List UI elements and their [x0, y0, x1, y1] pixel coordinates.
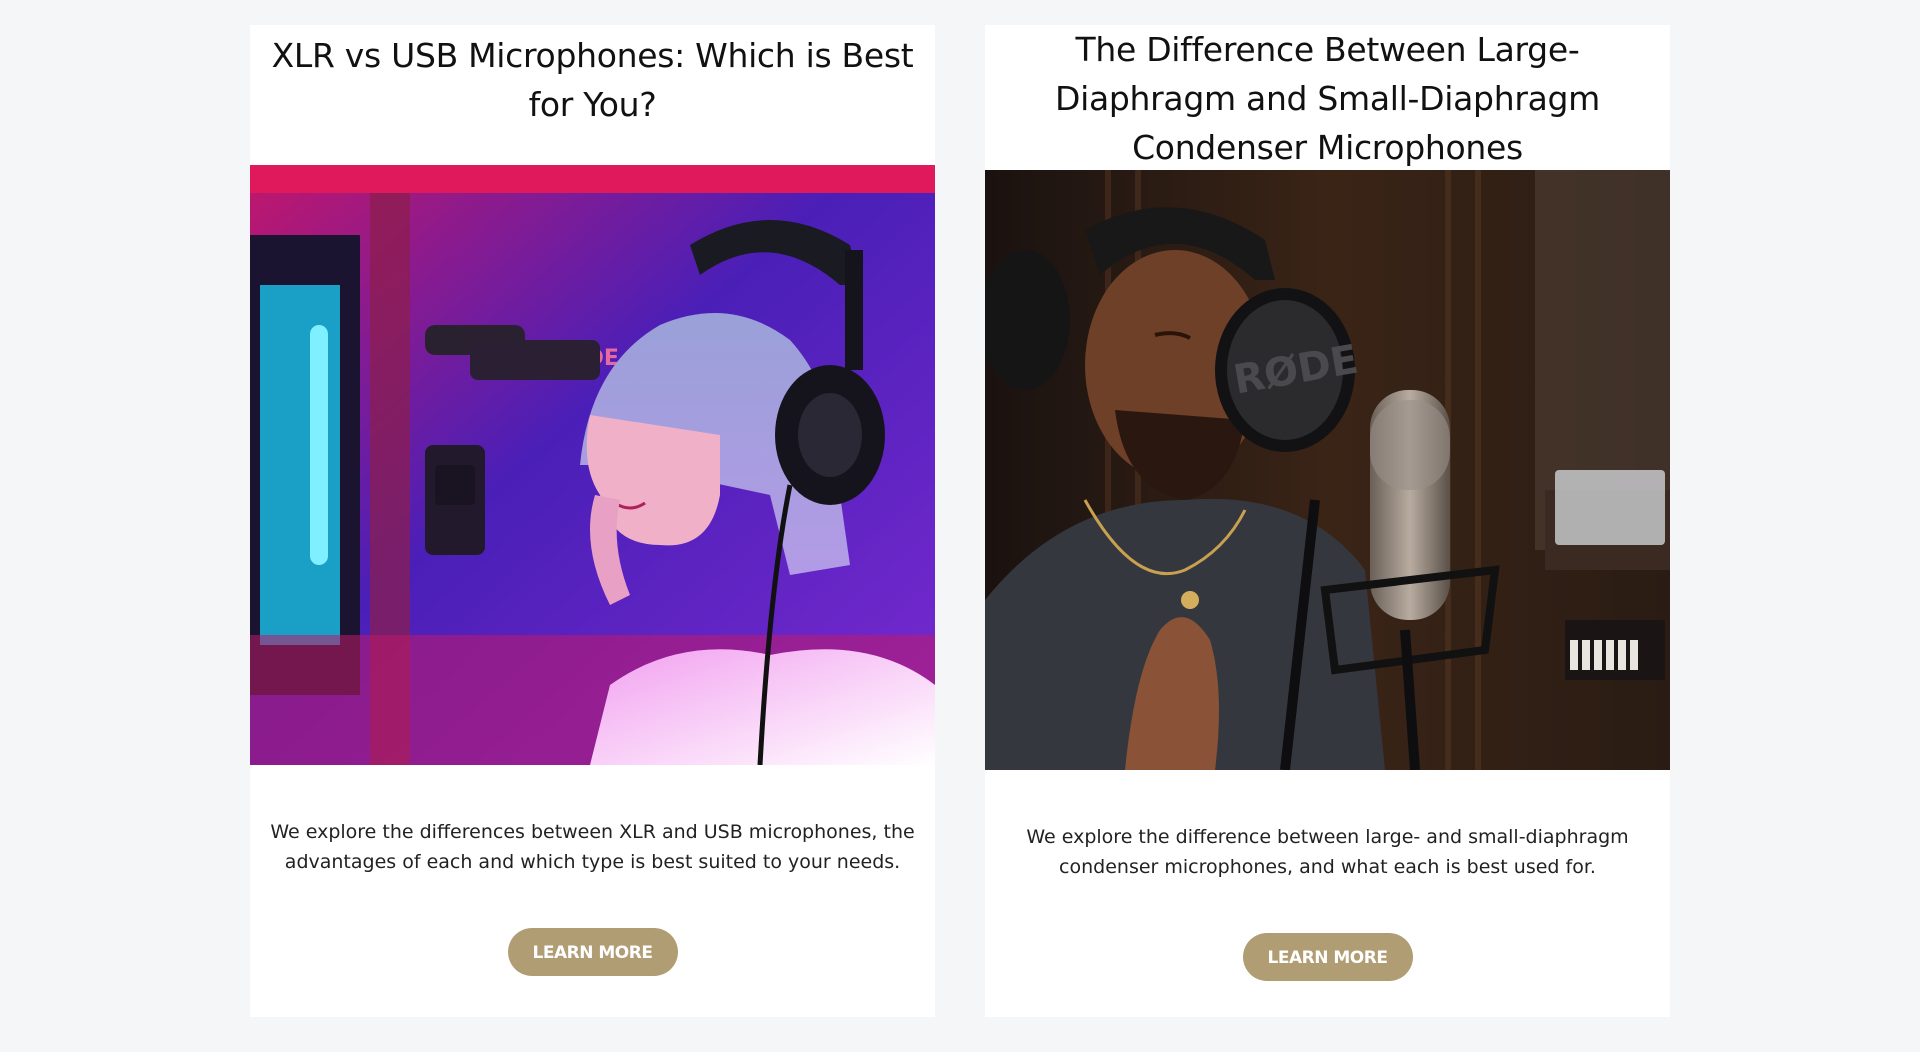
- article-cards: XLR vs USB Microphones: Which is Best fo…: [0, 0, 1920, 1052]
- article-image[interactable]: RØDE: [985, 170, 1670, 770]
- article-card: XLR vs USB Microphones: Which is Best fo…: [250, 25, 935, 1017]
- article-title[interactable]: The Difference Between Large-Diaphragm a…: [985, 25, 1670, 170]
- article-description: We explore the differences between XLR a…: [270, 821, 915, 873]
- studio-singer-photo: RØDE: [985, 170, 1670, 770]
- learn-more-button[interactable]: LEARN MORE: [507, 928, 678, 976]
- article-image[interactable]: RØDE: [250, 165, 935, 765]
- learn-more-button[interactable]: LEARN MORE: [1242, 933, 1413, 981]
- article-card: The Difference Between Large-Diaphragm a…: [985, 25, 1670, 1017]
- article-title[interactable]: XLR vs USB Microphones: Which is Best fo…: [250, 25, 935, 165]
- streamer-photo: RØDE: [250, 165, 935, 765]
- article-description: We explore the difference between large-…: [1026, 826, 1629, 878]
